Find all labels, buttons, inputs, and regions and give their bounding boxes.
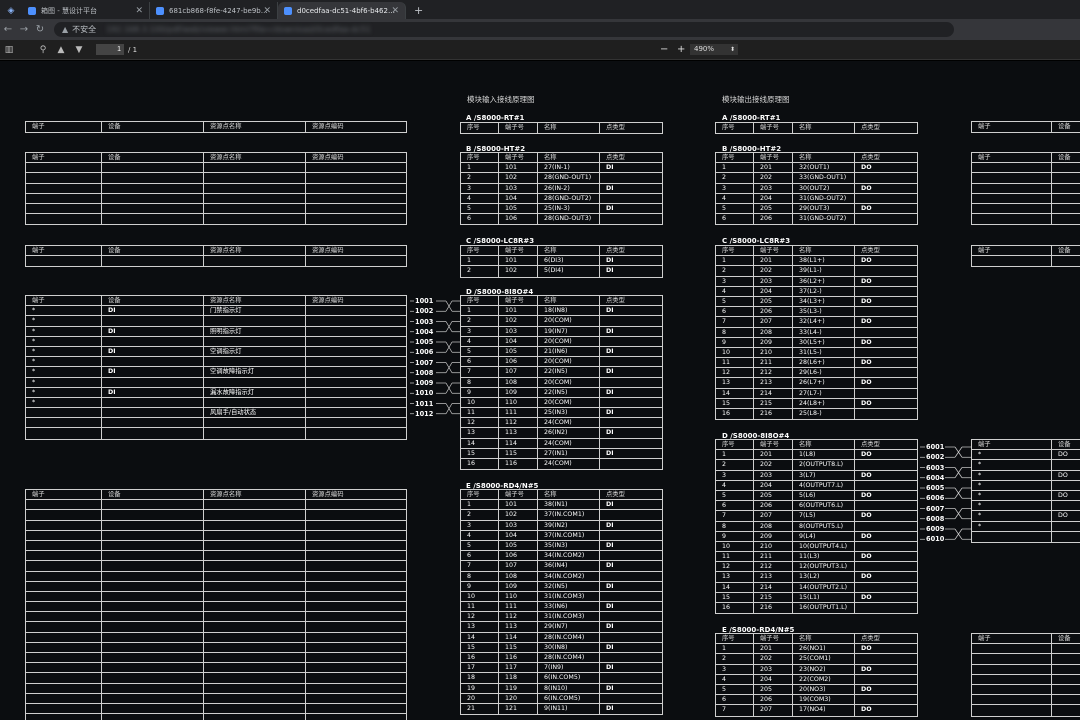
zoom-in-button[interactable]: + (677, 44, 685, 55)
back-icon[interactable]: ← (0, 24, 16, 35)
close-icon[interactable]: ✕ (391, 6, 399, 16)
page-down-icon[interactable]: ▼ (70, 45, 88, 55)
forward-icon[interactable]: → (16, 24, 32, 35)
tab-1[interactable]: 箱图 - 慧设计平台 ✕ (22, 2, 150, 19)
find-icon[interactable]: ⚲ (34, 45, 52, 55)
app-icon: ◈ (7, 5, 15, 16)
tab-title: 箱图 - 慧设计平台 (41, 6, 97, 15)
tab-title: d0cedfaa-dc51-4bf6-b462-a... (297, 6, 397, 15)
tab-title: 681cb868-f8fe-4247-be9b-6... (169, 6, 269, 15)
tab-search[interactable]: ◈ (0, 2, 22, 19)
tab-3[interactable]: d0cedfaa-dc51-4bf6-b462-a... ✕ (278, 2, 406, 19)
favicon (28, 6, 36, 15)
close-icon[interactable]: ✕ (135, 6, 143, 16)
zoom-value: 490% (694, 45, 715, 53)
page-up-icon[interactable]: ▲ (52, 45, 70, 55)
wiring-lines (410, 300, 971, 540)
pdf-toolbar: ▥ ⚲ ▲ ▼ / 1 − + 490% ⬍ (0, 40, 1080, 60)
tab-strip: ◈ 箱图 - 慧设计平台 ✕ 681cb868-f8fe-4247-be9b-6.… (0, 0, 1080, 19)
page-total: / 1 (128, 45, 138, 54)
zoom-out-button[interactable]: − (660, 44, 668, 55)
url-field[interactable]: ▲ 不安全 192.168.3.100/pdf/web/viewer.html?… (54, 22, 954, 37)
insecure-label: 不安全 (72, 25, 97, 34)
favicon (284, 6, 292, 15)
pdf-canvas: 模块输入接线原理图 模块输出接线原理图 端子 设备 资源点名称 资源点编码 端子 设备 资源… (0, 61, 1080, 720)
warning-icon: ▲ (62, 25, 69, 34)
close-icon[interactable]: ✕ (263, 6, 271, 16)
new-tab-button[interactable]: + (406, 2, 431, 19)
favicon (156, 6, 164, 15)
address-bar: ← → ↻ ▲ 不安全 192.168.3.100/pdf/web/viewer… (0, 19, 1080, 40)
zoom-select[interactable]: 490% ⬍ (690, 44, 738, 55)
sidebar-toggle-icon[interactable]: ▥ (0, 45, 18, 55)
reload-icon[interactable]: ↻ (32, 24, 48, 35)
url-text: 192.168.3.100/pdf/web/viewer.html?file=/… (106, 25, 371, 34)
chevron-down-icon: ⬍ (729, 46, 735, 53)
page-number-input[interactable] (96, 44, 124, 55)
tab-2[interactable]: 681cb868-f8fe-4247-be9b-6... ✕ (150, 2, 278, 19)
